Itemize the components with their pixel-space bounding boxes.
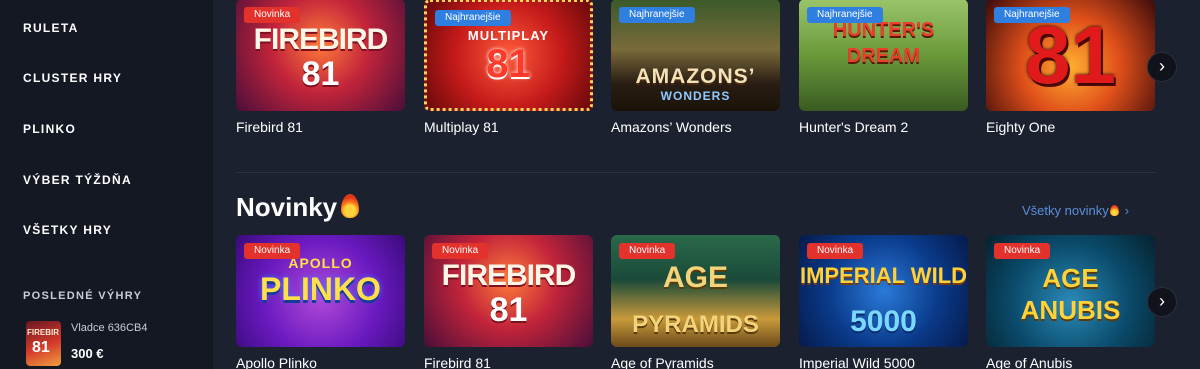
- game-art-subtitle: DREAM: [846, 45, 921, 67]
- game-name[interactable]: Apollo Plinko: [236, 355, 405, 369]
- game-art-title: AMAZONS’: [635, 65, 756, 88]
- game-art-title: AGE: [1042, 263, 1099, 293]
- game-art-title: 81: [1024, 10, 1117, 101]
- game-card-amazons-wonders[interactable]: AMAZONS’ WONDERS Najhranejšie Amazons’ W…: [611, 0, 780, 135]
- game-art-title: FIREBIRD: [253, 23, 389, 56]
- game-name[interactable]: Age of Pyramids: [611, 355, 780, 369]
- badge-new: Novinka: [244, 7, 301, 23]
- game-thumbnail[interactable]: MULTIPLAY 81 Najhranejšie: [424, 0, 593, 111]
- game-name[interactable]: Firebird 81: [424, 355, 593, 369]
- game-name[interactable]: Multiplay 81: [424, 119, 593, 135]
- all-new-games-link[interactable]: Všetky novinky ›: [1022, 203, 1129, 218]
- game-thumbnail[interactable]: IMPERIAL WILD 5000 Novinka: [799, 235, 968, 347]
- sidebar-item-vsetky-hry[interactable]: VŠETKY HRY: [23, 223, 112, 237]
- badge-new: Novinka: [244, 243, 301, 259]
- game-thumbnail[interactable]: AGE PYRAMIDS Novinka: [611, 235, 780, 347]
- game-thumbnail[interactable]: FIREBIRD 81 Novinka: [236, 0, 405, 111]
- game-art-subtitle: 81: [486, 42, 531, 86]
- recent-wins-title: POSLEDNÉ VÝHRY: [23, 290, 143, 302]
- game-thumbnail[interactable]: AGE ANUBIS Novinka: [986, 235, 1155, 347]
- game-card-multiplay-81[interactable]: MULTIPLAY 81 Najhranejšie Multiplay 81: [424, 0, 593, 135]
- sidebar-item-cluster-hry[interactable]: CLUSTER HRY: [23, 71, 122, 85]
- game-card-hunters-dream-2[interactable]: HUNTER'S DREAM Najhranejšie Hunter's Dre…: [799, 0, 968, 135]
- game-art-subtitle: PYRAMIDS: [632, 311, 759, 338]
- all-new-games-link-text: Všetky novinky: [1022, 203, 1109, 218]
- game-name[interactable]: Age of Anubis: [986, 355, 1155, 369]
- recent-win-user: Vladce 636CB4: [71, 322, 148, 334]
- badge-new: Novinka: [432, 243, 489, 259]
- recent-win-amount: 300 €: [71, 346, 104, 361]
- fire-icon: [341, 194, 360, 218]
- chevron-right-icon: ›: [1124, 203, 1130, 218]
- game-card-firebird-81[interactable]: FIREBIRD 81 Novinka Firebird 81: [236, 0, 405, 135]
- game-thumbnail[interactable]: 81 Najhranejšie: [986, 0, 1155, 111]
- game-art-subtitle: 81: [301, 55, 340, 93]
- game-thumbnail[interactable]: HUNTER'S DREAM Najhranejšie: [799, 0, 968, 111]
- sidebar-item-vyber-tyzdna[interactable]: VÝBER TÝŽDŇA: [23, 173, 132, 187]
- game-art-subtitle: 81: [489, 291, 528, 329]
- sidebar-item-plinko[interactable]: PLINKO: [23, 122, 76, 136]
- badge-new: Novinka: [807, 243, 864, 259]
- game-card-imperial-wild-5000[interactable]: IMPERIAL WILD 5000 Novinka Imperial Wild…: [799, 235, 968, 369]
- badge-most-played: Najhranejšie: [619, 7, 695, 23]
- game-card-firebird-81-new[interactable]: FIREBIRD 81 Novinka Firebird 81: [424, 235, 593, 369]
- game-name[interactable]: Hunter's Dream 2: [799, 119, 968, 135]
- carousel-next-button-row1[interactable]: ›: [1147, 52, 1177, 82]
- sidebar-item-ruleta[interactable]: RULETA: [23, 21, 79, 35]
- recent-win-thumb-text-top: FIREBIR: [27, 328, 59, 337]
- game-art-title: MULTIPLAY: [467, 28, 550, 43]
- game-card-apollo-plinko[interactable]: APOLLO PLINKO Novinka Apollo Plinko: [236, 235, 405, 369]
- sidebar: RULETA CLUSTER HRY PLINKO VÝBER TÝŽDŇA V…: [0, 0, 213, 369]
- game-art-subtitle: 5000: [850, 305, 917, 338]
- badge-most-played: Najhranejšie: [807, 7, 883, 23]
- recent-win-thumb-text-bottom: 81: [32, 339, 50, 356]
- page: RULETA CLUSTER HRY PLINKO VÝBER TÝŽDŇA V…: [0, 0, 1200, 369]
- game-art-title: AGE: [662, 261, 728, 294]
- game-art-subtitle: ANUBIS: [1020, 295, 1121, 325]
- game-thumbnail[interactable]: APOLLO PLINKO Novinka: [236, 235, 405, 347]
- game-thumbnail[interactable]: AMAZONS’ WONDERS Najhranejšie: [611, 0, 780, 111]
- game-art-title: FIREBIRD: [441, 259, 577, 292]
- main-content: FIREBIRD 81 Novinka Firebird 81 MULTIPLA…: [213, 0, 1200, 369]
- badge-most-played: Najhranejšie: [994, 7, 1070, 23]
- carousel-next-button-row2[interactable]: ›: [1147, 287, 1177, 317]
- game-name[interactable]: Eighty One: [986, 119, 1155, 135]
- badge-new: Novinka: [994, 243, 1051, 259]
- game-card-age-of-anubis[interactable]: AGE ANUBIS Novinka Age of Anubis: [986, 235, 1155, 369]
- badge-new: Novinka: [619, 243, 676, 259]
- game-name[interactable]: Imperial Wild 5000: [799, 355, 968, 369]
- section-title-text: Novinky: [236, 192, 338, 222]
- game-thumbnail[interactable]: FIREBIRD 81 Novinka: [424, 235, 593, 347]
- game-name[interactable]: Firebird 81: [236, 119, 405, 135]
- game-card-age-of-pyramids[interactable]: AGE PYRAMIDS Novinka Age of Pyramids: [611, 235, 780, 369]
- game-card-eighty-one[interactable]: 81 Najhranejšie Eighty One: [986, 0, 1155, 135]
- game-art-subtitle: PLINKO: [260, 271, 381, 307]
- badge-most-played: Najhranejšie: [435, 10, 511, 26]
- game-name[interactable]: Amazons’ Wonders: [611, 119, 780, 135]
- game-art-title: IMPERIAL WILD: [799, 263, 968, 288]
- recent-win-thumbnail[interactable]: FIREBIR 81: [26, 321, 61, 366]
- fire-icon: [1109, 205, 1119, 216]
- section-divider: [236, 172, 1156, 173]
- game-art-subtitle: WONDERS: [660, 89, 731, 103]
- section-title-novinky: Novinky: [236, 192, 360, 223]
